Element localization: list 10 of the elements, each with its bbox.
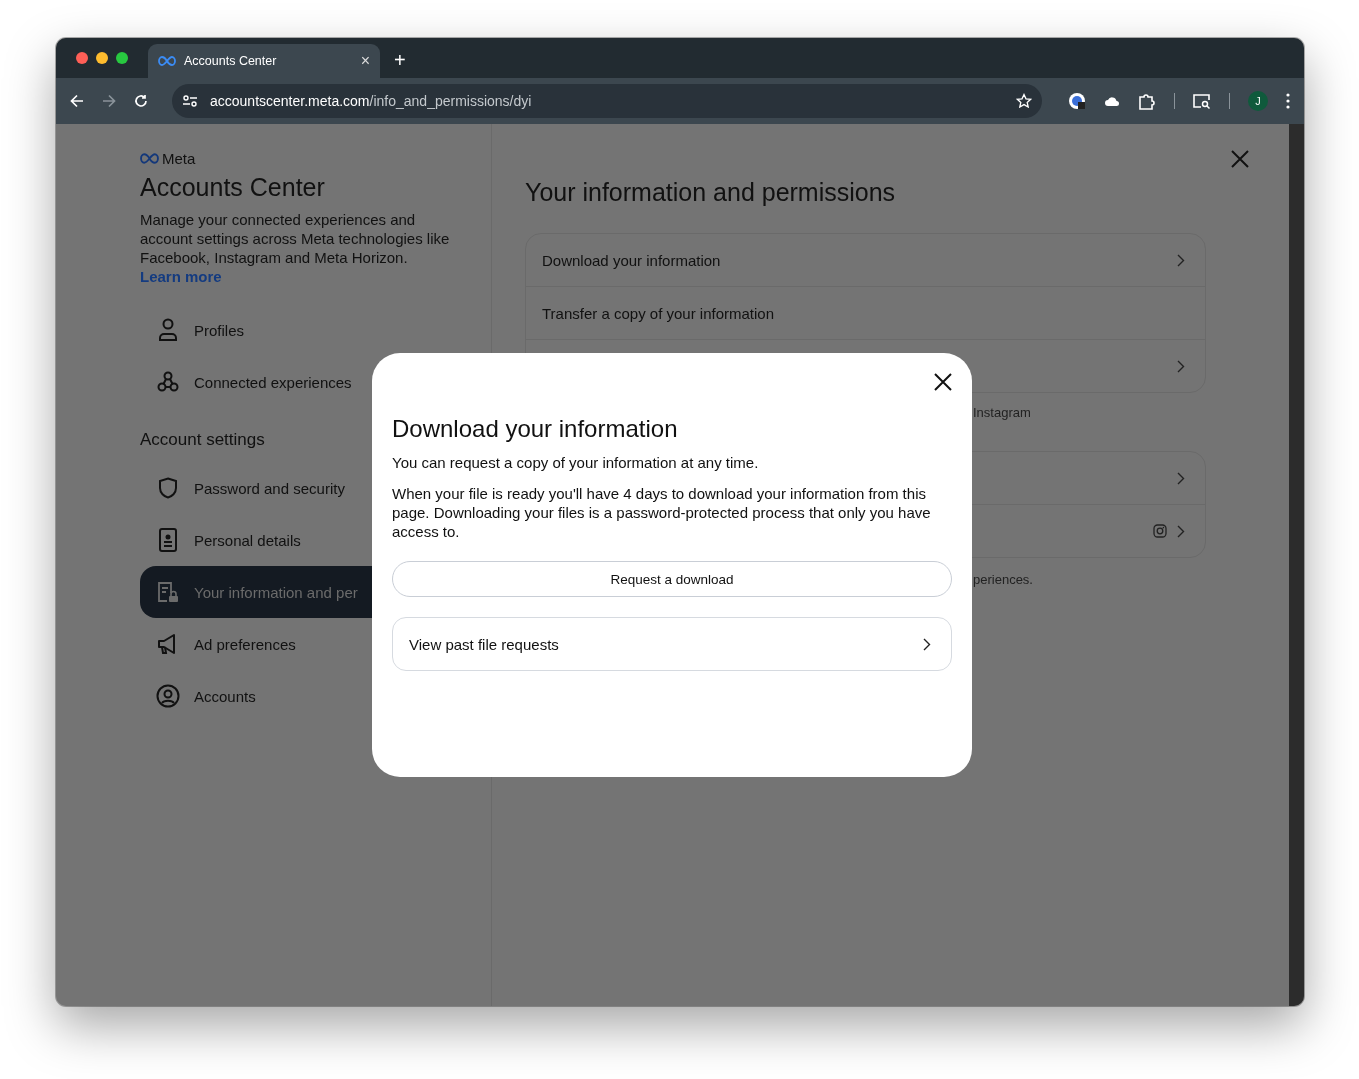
card-caption: periences. bbox=[973, 572, 1034, 587]
sidebar-description: Manage your connected experiences and account settings across Meta technologies like Facebook, Instagram and Meta Horizon. Learn more bbox=[140, 210, 451, 286]
brand-name: Meta bbox=[162, 150, 196, 167]
card-caption: Instagram bbox=[973, 405, 1032, 421]
dialog-title: Download your information bbox=[392, 415, 679, 443]
dialog-text: When your file is ready you'll have 4 days to download your information from this page. Downloading your files is a password-protected process that only you have access to. bbox=[392, 484, 932, 541]
dialog-text: You can request a copy of your information at any time. bbox=[392, 453, 760, 472]
sidebar-title: Accounts Center bbox=[140, 173, 326, 202]
page-title: Your information and permissions bbox=[525, 178, 897, 207]
section-heading: Account settings bbox=[140, 430, 266, 450]
